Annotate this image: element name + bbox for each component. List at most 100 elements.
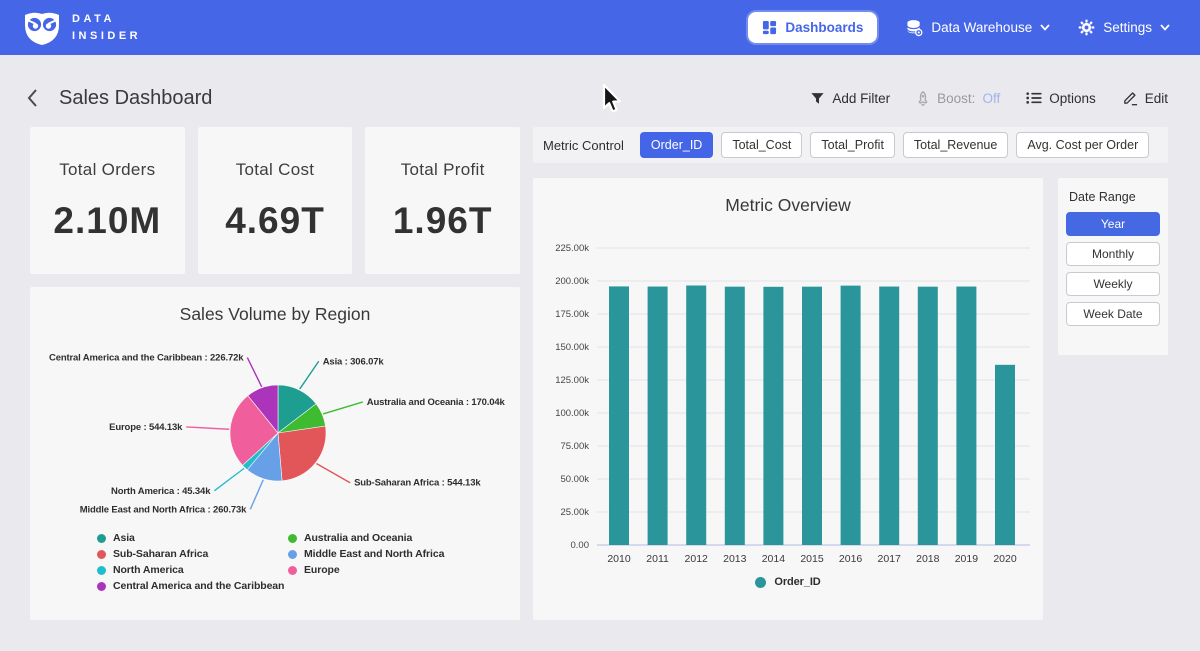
dashboard-grid-icon: [762, 20, 777, 35]
dashboard-header: Sales Dashboard Add Filter Boost: Off: [26, 77, 1168, 119]
bar-chart-legend: Order_ID: [533, 576, 1043, 588]
add-filter-label: Add Filter: [832, 91, 890, 106]
kpi-value: 1.96T: [393, 200, 493, 242]
x-tick-label: 2017: [878, 553, 902, 565]
bar-2017[interactable]: [879, 287, 899, 545]
bar-2014[interactable]: [763, 287, 783, 545]
x-tick-label: 2016: [839, 553, 863, 565]
legend-dot: [288, 550, 297, 559]
legend-item-north-america: North America: [97, 564, 288, 576]
y-tick-label: 125.00k: [555, 375, 589, 386]
legend-item-sub-saharan-africa: Sub-Saharan Africa: [97, 548, 288, 560]
legend-item-middle-east-and-north-africa: Middle East and North Africa: [288, 548, 479, 560]
boost-toggle[interactable]: Boost: Off: [916, 91, 1000, 106]
pie-leader-line: [247, 358, 261, 387]
metric-chip-group: Order_ID Total_Cost Total_Profit Total_Reve…: [640, 132, 1149, 158]
x-tick-label: 2020: [993, 553, 1017, 565]
settings-menu[interactable]: Settings: [1078, 19, 1170, 36]
bar-2012[interactable]: [686, 285, 706, 545]
metric-chip-total-profit[interactable]: Total_Profit: [810, 132, 895, 158]
legend-label: Central America and the Caribbean: [113, 580, 284, 592]
page-title: Sales Dashboard: [59, 87, 212, 110]
date-range-panel: Date Range Year Monthly Weekly Week Date: [1058, 178, 1168, 355]
legend-label: North America: [113, 564, 184, 576]
x-tick-label: 2013: [723, 553, 747, 565]
legend-label: Australia and Oceania: [304, 532, 412, 544]
legend-dot: [97, 550, 106, 559]
bar-2010[interactable]: [609, 286, 629, 545]
pie-leader-line: [214, 468, 244, 490]
bar-chart: 0.0025.00k50.00k75.00k100.00k125.00k150.…: [533, 218, 1043, 568]
legend-dot: [288, 534, 297, 543]
legend-item-europe: Europe: [288, 564, 479, 576]
legend-label: Order_ID: [774, 576, 820, 588]
bar-2018[interactable]: [918, 287, 938, 545]
metric-chip-total-revenue[interactable]: Total_Revenue: [903, 132, 1008, 158]
pie-leader-line: [186, 427, 229, 429]
pie-legend-column: Asia Sub-Saharan Africa North America Centr…: [97, 532, 288, 592]
chevron-down-icon: [1160, 24, 1170, 31]
rocket-icon: [916, 91, 930, 106]
edit-pencil-icon: [1122, 90, 1138, 106]
boost-value: Off: [982, 91, 1000, 106]
pie-slice-label: Middle East and North Africa : 260.73k: [80, 504, 247, 515]
edit-label: Edit: [1145, 91, 1168, 106]
bar-2020[interactable]: [995, 365, 1015, 545]
legend-label: Asia: [113, 532, 135, 544]
kpi-card-total-profit: Total Profit1.96T: [365, 127, 520, 274]
bar-2015[interactable]: [802, 287, 822, 545]
brand-logo[interactable]: DATA INSIDER: [22, 10, 141, 46]
date-range-weekly[interactable]: Weekly: [1066, 272, 1160, 296]
legend-dot: [755, 577, 766, 588]
pie-slice-label: Europe : 544.13k: [109, 422, 183, 433]
pie-chart-card: Sales Volume by Region Asia : 306.07kAus…: [30, 287, 520, 620]
pie-leader-line: [250, 480, 263, 510]
date-range-year[interactable]: Year: [1066, 212, 1160, 236]
legend-label: Middle East and North Africa: [304, 548, 444, 560]
y-tick-label: 50.00k: [560, 474, 589, 485]
legend-dot: [97, 534, 106, 543]
metric-control-label: Metric Control: [543, 138, 624, 153]
bar-2016[interactable]: [841, 286, 861, 545]
bar-chart-title: Metric Overview: [533, 195, 1043, 216]
legend-label: Sub-Saharan Africa: [113, 548, 208, 560]
bars: 2010201120122013201420152016201720182019…: [607, 285, 1017, 565]
pie-legend-column: Australia and Oceania Middle East and Nor…: [288, 532, 479, 592]
metric-chip-avg-cost-per-order[interactable]: Avg. Cost per Order: [1016, 132, 1149, 158]
chevron-left-icon: [26, 88, 39, 108]
add-filter-button[interactable]: Add Filter: [810, 91, 890, 106]
kpi-value: 4.69T: [225, 200, 325, 242]
settings-label: Settings: [1103, 20, 1152, 35]
legend-dot: [288, 566, 297, 575]
date-range-label: Date Range: [1069, 190, 1160, 204]
back-button[interactable]: [26, 88, 39, 108]
pie-slice-sub-saharan-africa[interactable]: [278, 426, 326, 481]
x-tick-label: 2010: [607, 553, 631, 565]
date-range-week-date[interactable]: Week Date: [1066, 302, 1160, 326]
bar-2013[interactable]: [725, 287, 745, 545]
brand-line1: DATA: [72, 11, 141, 28]
pie-slice-label: Central America and the Caribbean : 226.…: [49, 353, 244, 364]
metric-chip-total-cost[interactable]: Total_Cost: [721, 132, 802, 158]
edit-button[interactable]: Edit: [1122, 90, 1168, 106]
y-tick-label: 100.00k: [555, 408, 589, 419]
pie-legend: Asia Sub-Saharan Africa North America Centr…: [97, 532, 479, 592]
dashboards-button[interactable]: Dashboards: [748, 12, 877, 43]
data-warehouse-menu[interactable]: Data Warehouse: [905, 19, 1050, 37]
y-tick-label: 25.00k: [560, 507, 589, 518]
bar-2011[interactable]: [648, 287, 668, 545]
pie-slice-label: Sub-Saharan Africa : 544.13k: [354, 478, 481, 489]
bar-2019[interactable]: [956, 287, 976, 545]
pie-leader-line: [323, 402, 363, 414]
legend-item-asia: Asia: [97, 532, 288, 544]
metric-chip-order-id[interactable]: Order_ID: [640, 132, 713, 158]
owl-logo-icon: [22, 10, 62, 46]
database-icon: [905, 19, 923, 37]
options-button[interactable]: Options: [1026, 91, 1096, 106]
y-tick-label: 200.00k: [555, 276, 589, 287]
dashboards-label: Dashboards: [785, 20, 863, 35]
date-range-monthly[interactable]: Monthly: [1066, 242, 1160, 266]
legend-label: Europe: [304, 564, 340, 576]
kpi-label: Total Orders: [59, 160, 155, 180]
top-nav: DATA INSIDER Dashboards Data Warehouse: [0, 0, 1200, 55]
